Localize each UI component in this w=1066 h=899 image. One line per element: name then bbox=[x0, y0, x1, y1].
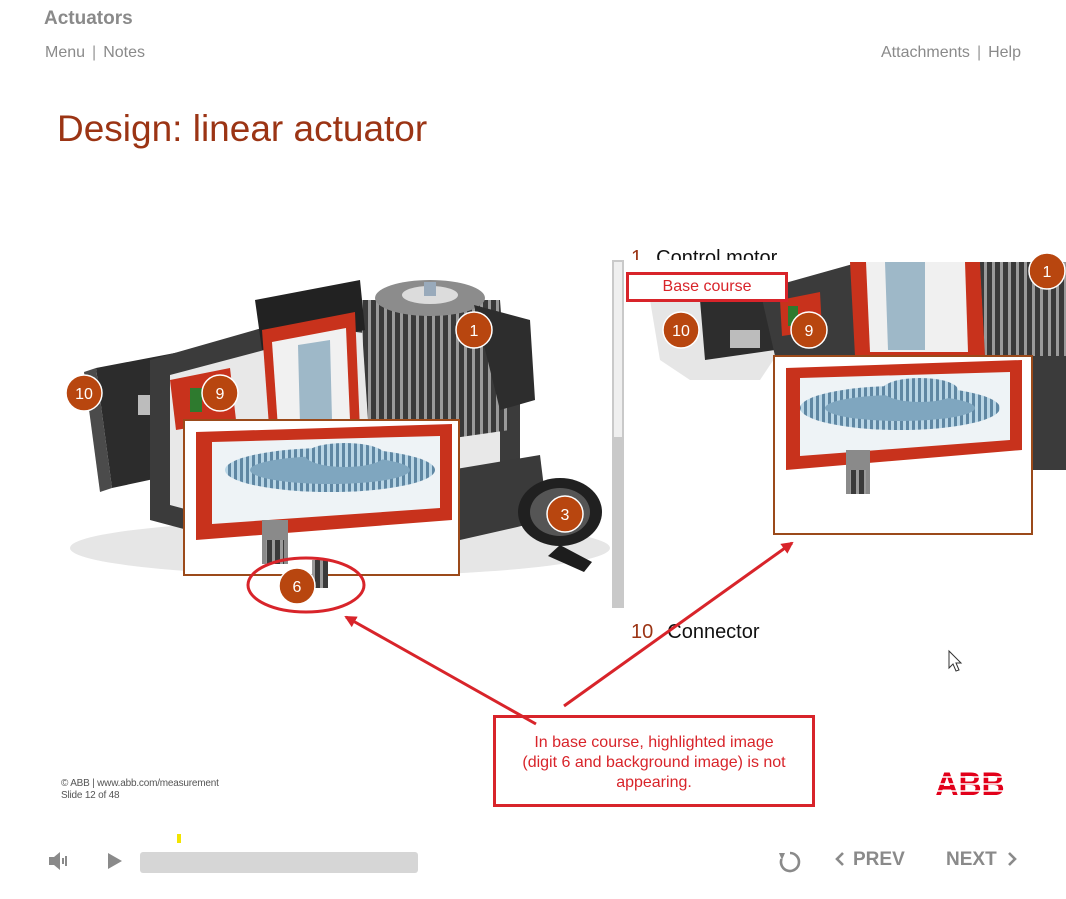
callout-3: 3 bbox=[546, 495, 584, 533]
callout-10-label: 10 bbox=[75, 386, 93, 403]
callout-9: 9 bbox=[201, 374, 239, 412]
replay-icon[interactable] bbox=[778, 850, 802, 874]
actuator-illustration bbox=[70, 280, 610, 588]
prev-button[interactable]: PREV bbox=[835, 849, 905, 871]
overlay-callout-1: 1 bbox=[1028, 252, 1066, 290]
slide-counter: Slide 12 of 48 bbox=[61, 790, 120, 801]
callout-10: 10 bbox=[65, 374, 103, 412]
issue-note-line: appearing. bbox=[616, 774, 692, 791]
mouse-cursor-icon bbox=[948, 649, 963, 672]
callout-9-label: 9 bbox=[216, 386, 225, 403]
copyright-text: © ABB | www.abb.com/measurement bbox=[61, 778, 219, 789]
chevron-right-icon bbox=[1007, 852, 1017, 866]
issue-annotation-box: In base course, highlighted image (digit… bbox=[493, 715, 815, 807]
svg-text:ABB: ABB bbox=[935, 768, 1004, 798]
overlay-callout-10: 10 bbox=[662, 311, 700, 349]
overlay-callout-9-label: 9 bbox=[805, 323, 814, 340]
issue-note-line: In base course, highlighted image bbox=[534, 734, 774, 751]
callout-6: 6 bbox=[278, 567, 316, 605]
callout-1-label: 1 bbox=[470, 323, 479, 340]
progress-marker bbox=[177, 834, 181, 843]
callout-6-label: 6 bbox=[293, 579, 302, 596]
abb-logo: ABB bbox=[934, 768, 1006, 798]
annotation-arrow-left bbox=[344, 615, 537, 726]
next-button[interactable]: NEXT bbox=[946, 849, 1017, 871]
volume-icon[interactable] bbox=[47, 851, 69, 871]
callout-3-label: 3 bbox=[561, 507, 570, 524]
base-course-label: Base course bbox=[626, 272, 788, 302]
play-icon[interactable] bbox=[106, 852, 124, 870]
issue-note-line: (digit 6 and background image) is not bbox=[522, 754, 786, 771]
overlay-callout-9: 9 bbox=[790, 311, 828, 349]
overlay-callout-10-label: 10 bbox=[672, 323, 690, 340]
progress-bar[interactable] bbox=[140, 852, 418, 873]
slide-footer: © ABB | www.abb.com/measurement Slide 12… bbox=[61, 778, 219, 802]
next-label: NEXT bbox=[946, 849, 997, 870]
overlay-callout-1-label: 1 bbox=[1043, 264, 1052, 281]
prev-label: PREV bbox=[853, 849, 905, 870]
callout-1: 1 bbox=[455, 311, 493, 349]
chevron-left-icon bbox=[835, 852, 844, 866]
